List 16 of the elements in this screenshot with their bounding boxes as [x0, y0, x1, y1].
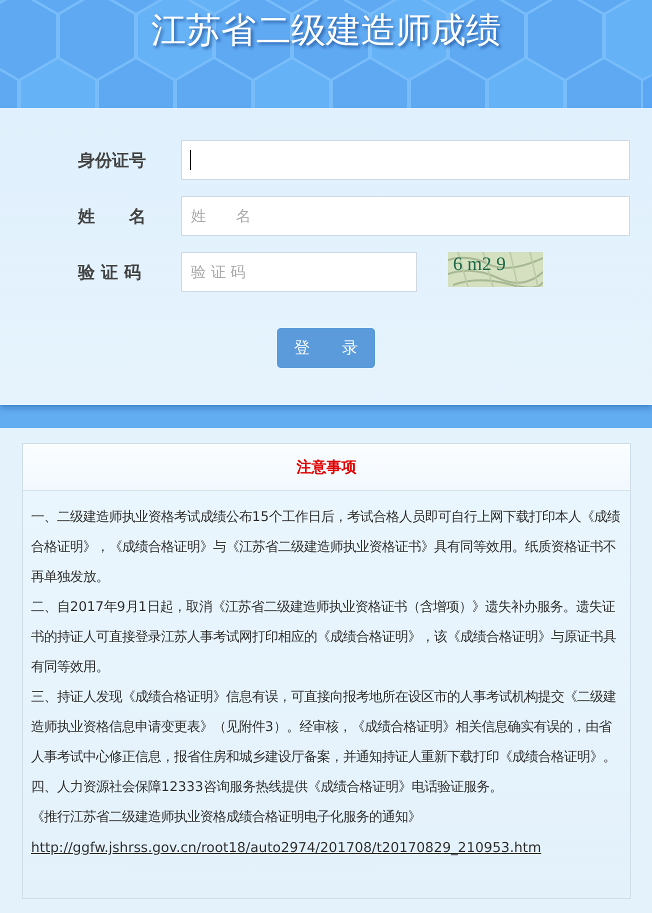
notice-paragraph: 一、二级建造师执业资格考试成绩公布15个工作日后，考试合格人员即可自行上网下载打印本人《成绩合格证明》，《成绩合格证明》与《江苏省二级建造师执业资格证书》具有同等效用。纸质资格证书不再单独发放。 [31, 508, 621, 587]
input-field[interactable] [180, 140, 630, 180]
notice-link[interactable]: http://ggfw.jshrss.gov.cn/root18/auto2974/201708/t20170829_210953.htm [31, 833, 622, 863]
notice-paragraph: 二、自2017年9月1日起，取消《江苏省二级建造师执业资格证书（含增项）》遗失补办服务。遗失证书的持证人可直接登录江苏人事考试网打印相应的《成绩合格证明》，该《成绩合格证明》与原证书具有同等效用。 [31, 598, 617, 677]
notice-paragraph: 《推行江苏省二级建造师执业资格成绩合格证明电子化服务的通知》 [31, 808, 422, 827]
notice-paragraph: 四、人力资源社会保障12333咨询服务热线提供《成绩合格证明》电话验证服务。 [31, 778, 504, 797]
input-field[interactable]: 验 证 码 [181, 252, 417, 292]
login-button[interactable]: 登 录 [277, 328, 375, 368]
field-label: 姓 名 [78, 206, 147, 228]
input-field[interactable]: 姓 名 [180, 196, 630, 236]
notice-title: 注意事项 [296, 458, 356, 476]
field-label: 验 证 码 [78, 262, 142, 284]
page-title: 江苏省二级建造师成绩 [151, 10, 501, 53]
notice-paragraph: 三、持证人发现《成绩合格证明》信息有误，可直接向报考地所在设区市的人事考试机构提交《二级建造师执业资格信息申请变更表》（见附件3）。经审核，《成绩合格证明》相关信息确实有误的，由省人事考试中心修正信息，报省住房和城乡建设厅备案，并通知持证人重新下载打印《成绩合格证明》。 [31, 688, 617, 767]
field-label: 身份证号 [78, 150, 147, 172]
captcha-image[interactable]: 6 m2 9 [448, 252, 543, 287]
